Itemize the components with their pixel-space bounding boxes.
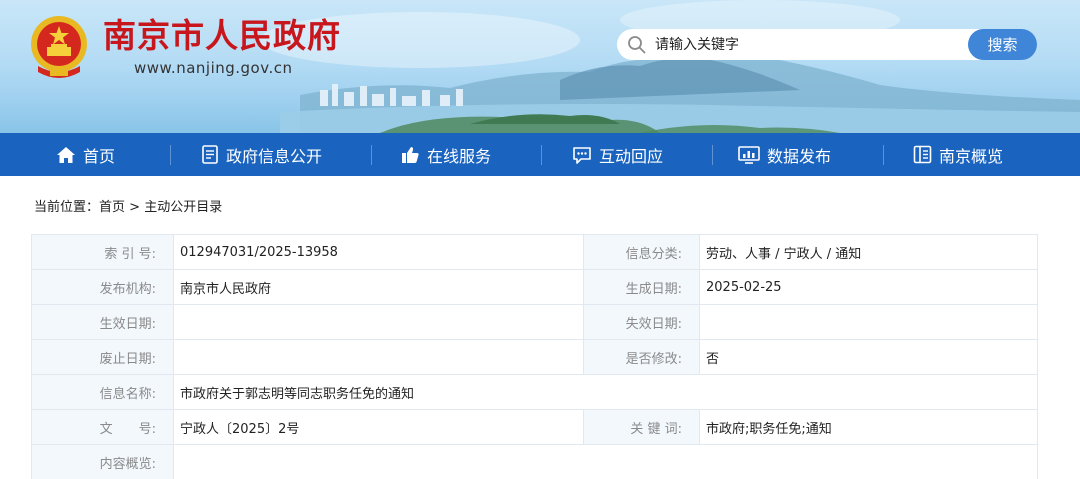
nav-item-label: 数据发布	[767, 146, 832, 166]
book-icon	[913, 145, 932, 164]
table-row: 内容概览:	[31, 444, 1038, 479]
breadcrumb-separator: >	[129, 200, 141, 215]
keywords-value: 市政府;职务任免;通知	[699, 409, 1038, 445]
nav-item-label: 在线服务	[427, 146, 492, 166]
modified-label: 是否修改:	[583, 339, 700, 375]
nav-item-label: 南京概览	[939, 146, 1004, 166]
national-emblem-icon	[31, 16, 87, 78]
nav-item-label: 政府信息公开	[226, 146, 323, 166]
publisher-label: 发布机构:	[31, 269, 174, 305]
site-url: www.nanjing.gov.cn	[134, 59, 293, 77]
info-name-value: 市政府关于郭志明等同志职务任免的通知	[173, 374, 1038, 410]
document-icon	[202, 145, 218, 164]
index-no-value: 012947031/2025-13958	[173, 234, 584, 270]
effective-date-value	[173, 304, 584, 340]
created-date-label: 生成日期:	[583, 269, 700, 305]
nav-item-online-service[interactable]: 在线服务	[401, 133, 491, 176]
info-name-label: 信息名称:	[31, 374, 174, 410]
thumbs-up-icon	[402, 146, 419, 163]
created-date-value: 2025-02-25	[699, 269, 1038, 305]
nav-item-nanjing-overview[interactable]: 南京概览	[913, 133, 1003, 176]
site-title[interactable]: 南京市人民政府	[103, 16, 341, 56]
keywords-label: 关 键 词:	[583, 409, 700, 445]
search-input[interactable]	[655, 33, 955, 56]
table-row: 索 引 号: 012947031/2025-13958 信息分类: 劳动、人事 …	[31, 234, 1038, 270]
nav-item-label: 互动回应	[599, 146, 664, 166]
search-button[interactable]: 搜索	[968, 29, 1037, 60]
summary-label: 内容概览:	[31, 444, 174, 479]
document-info-table: 索 引 号: 012947031/2025-13958 信息分类: 劳动、人事 …	[31, 234, 1038, 479]
nav-item-home[interactable]: 首页	[56, 133, 115, 176]
table-row: 生效日期: 失效日期:	[31, 304, 1038, 340]
nav-divider	[170, 145, 171, 165]
chat-icon	[573, 146, 591, 164]
summary-value	[173, 444, 1038, 479]
breadcrumb: 当前位置：首页 > 主动公开目录	[34, 196, 222, 215]
publisher-value: 南京市人民政府	[173, 269, 584, 305]
doc-no-value: 宁政人〔2025〕2号	[173, 409, 584, 445]
nav-item-interaction[interactable]: 互动回应	[572, 133, 663, 176]
main-nav: 首页 政府信息公开 在线服务 互动回应 数据发布 南京概览	[0, 133, 1080, 176]
nav-divider	[883, 145, 884, 165]
chart-icon	[738, 145, 760, 164]
table-row: 信息名称: 市政府关于郭志明等同志职务任免的通知	[31, 374, 1038, 410]
modified-value: 否	[699, 339, 1038, 375]
category-value: 劳动、人事 / 宁政人 / 通知	[699, 234, 1038, 270]
effective-date-label: 生效日期:	[31, 304, 174, 340]
site-header: 南京市人民政府 www.nanjing.gov.cn 搜索	[0, 0, 1080, 133]
search-box: 搜索	[617, 29, 1037, 60]
nav-item-label: 首页	[83, 146, 116, 166]
repealed-date-value	[173, 339, 584, 375]
nav-divider	[541, 145, 542, 165]
table-row: 发布机构: 南京市人民政府 生成日期: 2025-02-25	[31, 269, 1038, 305]
nav-divider	[371, 145, 372, 165]
table-row: 文 号: 宁政人〔2025〕2号 关 键 词: 市政府;职务任免;通知	[31, 409, 1038, 445]
nav-item-gov-info[interactable]: 政府信息公开	[201, 133, 322, 176]
home-icon	[57, 146, 75, 163]
index-no-label: 索 引 号:	[31, 234, 174, 270]
breadcrumb-current-link[interactable]: 主动公开目录	[144, 200, 222, 215]
category-label: 信息分类:	[583, 234, 700, 270]
breadcrumb-home-link[interactable]: 首页	[99, 200, 125, 215]
search-icon	[628, 36, 646, 54]
nav-divider	[712, 145, 713, 165]
doc-no-label: 文 号:	[31, 409, 174, 445]
expiry-date-value	[699, 304, 1038, 340]
nav-item-data-release[interactable]: 数据发布	[738, 133, 831, 176]
table-row: 废止日期: 是否修改: 否	[31, 339, 1038, 375]
expiry-date-label: 失效日期:	[583, 304, 700, 340]
breadcrumb-prefix: 当前位置：	[34, 200, 100, 215]
repealed-date-label: 废止日期:	[31, 339, 174, 375]
